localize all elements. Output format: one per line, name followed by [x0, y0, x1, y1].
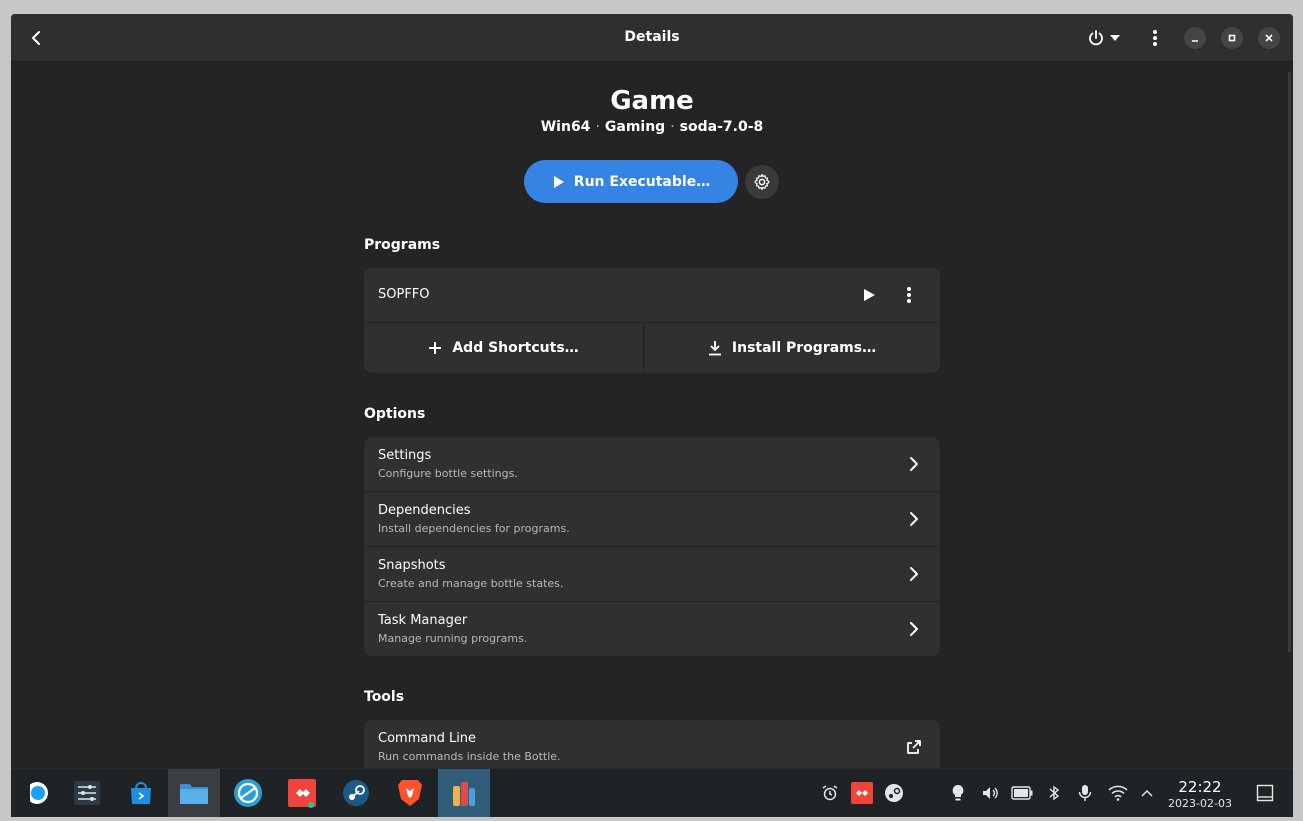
brave-icon[interactable]	[384, 769, 436, 817]
anydesk-icon[interactable]	[276, 769, 328, 817]
install-programs-button[interactable]: Install Programs…	[644, 323, 940, 373]
chevron-right-icon	[904, 564, 924, 584]
option-title: Settings	[378, 448, 432, 463]
bottles-window: Details Game Win64 · Gaming · soda-7.0-8 Run…	[11, 14, 1293, 768]
volume-icon[interactable]	[978, 781, 1002, 805]
option-subtitle: Configure bottle settings.	[378, 467, 518, 480]
steam-deck-icon[interactable]	[11, 769, 63, 817]
list-item[interactable]: SOPFFO	[364, 268, 940, 323]
more-vertical-icon	[1153, 30, 1157, 46]
option-dependencies[interactable]: Dependencies Install dependencies for pr…	[364, 492, 940, 547]
taskbar: 22:22 2023-02-03	[11, 768, 1293, 817]
install-programs-label: Install Programs…	[731, 340, 877, 356]
run-options-button[interactable]	[745, 165, 779, 199]
clock-date[interactable]: 2023-02-03	[1163, 797, 1237, 810]
launch-program-button[interactable]	[859, 285, 879, 305]
programs-section-title: Programs	[364, 237, 441, 253]
caret-down-icon	[1110, 35, 1120, 41]
options-section-title: Options	[364, 406, 426, 422]
option-subtitle: Manage running programs.	[378, 632, 528, 645]
bottle-subtitle: Win64 · Gaming · soda-7.0-8	[11, 119, 1293, 135]
clock-time[interactable]: 22:22	[1168, 778, 1232, 796]
option-title: Snapshots	[378, 558, 446, 573]
options-card: Settings Configure bottle settings. Depe…	[364, 437, 940, 656]
power-icon	[1089, 30, 1103, 46]
minimize-button[interactable]	[1184, 27, 1206, 49]
steam-tray-icon[interactable]	[882, 781, 906, 805]
chevron-up-icon[interactable]	[1135, 781, 1159, 805]
microphone-icon[interactable]	[1073, 781, 1097, 805]
close-icon	[1265, 34, 1273, 42]
play-icon	[553, 175, 564, 188]
option-subtitle: Create and manage bottle states.	[378, 577, 564, 590]
close-button[interactable]	[1258, 27, 1280, 49]
option-title: Task Manager	[378, 613, 468, 628]
play-icon	[864, 289, 875, 301]
file-manager-icon[interactable]	[168, 769, 220, 817]
option-snapshots[interactable]: Snapshots Create and manage bottle state…	[364, 547, 940, 602]
main-menu-button[interactable]	[1142, 25, 1168, 51]
minimize-icon	[1192, 40, 1198, 42]
power-menu-button[interactable]	[1083, 25, 1125, 51]
external-link-icon	[904, 737, 924, 757]
maximize-icon	[1228, 34, 1236, 42]
run-executable-button[interactable]: Run Executable…	[524, 160, 738, 203]
bottle-name: Game	[610, 86, 694, 116]
store-bag-icon[interactable]	[115, 769, 167, 817]
bottle-environment: Gaming	[604, 119, 666, 135]
run-executable-label: Run Executable…	[573, 173, 711, 190]
wifi-icon[interactable]	[1106, 781, 1130, 805]
lightbulb-icon[interactable]	[946, 781, 970, 805]
programs-card: SOPFFO Add Shortcuts… Install Programs…	[364, 268, 940, 373]
anydesk-tray-icon[interactable]	[850, 781, 874, 805]
bottle-runner: soda-7.0-8	[679, 119, 764, 135]
download-icon	[708, 341, 721, 356]
plus-icon	[429, 342, 442, 354]
battery-icon[interactable]	[1010, 781, 1034, 805]
alarm-icon[interactable]	[818, 781, 842, 805]
separator: ·	[670, 119, 675, 135]
details-content: Game Win64 · Gaming · soda-7.0-8 Run Executa…	[11, 62, 1293, 768]
header-bar: Details	[11, 14, 1293, 62]
option-subtitle: Run commands inside the Bottle.	[378, 750, 561, 763]
separator: ·	[595, 119, 600, 135]
bottle-arch: Win64	[540, 119, 591, 135]
option-title: Command Line	[378, 731, 477, 746]
option-title: Dependencies	[378, 503, 471, 518]
scrollbar[interactable]	[1288, 72, 1291, 652]
program-actions: Add Shortcuts… Install Programs…	[364, 323, 940, 373]
chevron-right-icon	[904, 454, 924, 474]
tools-section-title: Tools	[364, 689, 405, 705]
add-shortcuts-button[interactable]: Add Shortcuts…	[364, 323, 644, 373]
steam-icon[interactable]	[330, 769, 382, 817]
tools-card: Command Line Run commands inside the Bot…	[364, 720, 940, 768]
chevron-right-icon	[904, 619, 924, 639]
maximize-button[interactable]	[1221, 27, 1243, 49]
add-shortcuts-label: Add Shortcuts…	[452, 340, 579, 356]
bottles-icon[interactable]	[438, 769, 490, 817]
program-name: SOPFFO	[378, 287, 430, 302]
gear-icon	[754, 173, 770, 191]
bluetooth-icon[interactable]	[1042, 781, 1066, 805]
settings-sliders-icon[interactable]	[61, 769, 113, 817]
more-vertical-icon	[907, 287, 911, 303]
option-subtitle: Install dependencies for programs.	[378, 522, 570, 535]
program-menu-button[interactable]	[899, 283, 919, 307]
browser-sync-icon[interactable]	[222, 769, 274, 817]
chevron-right-icon	[904, 509, 924, 529]
option-task-manager[interactable]: Task Manager Manage running programs.	[364, 602, 940, 656]
option-settings[interactable]: Settings Configure bottle settings.	[364, 437, 940, 492]
tool-command-line[interactable]: Command Line Run commands inside the Bot…	[364, 720, 940, 768]
show-desktop-icon[interactable]	[1253, 781, 1277, 805]
